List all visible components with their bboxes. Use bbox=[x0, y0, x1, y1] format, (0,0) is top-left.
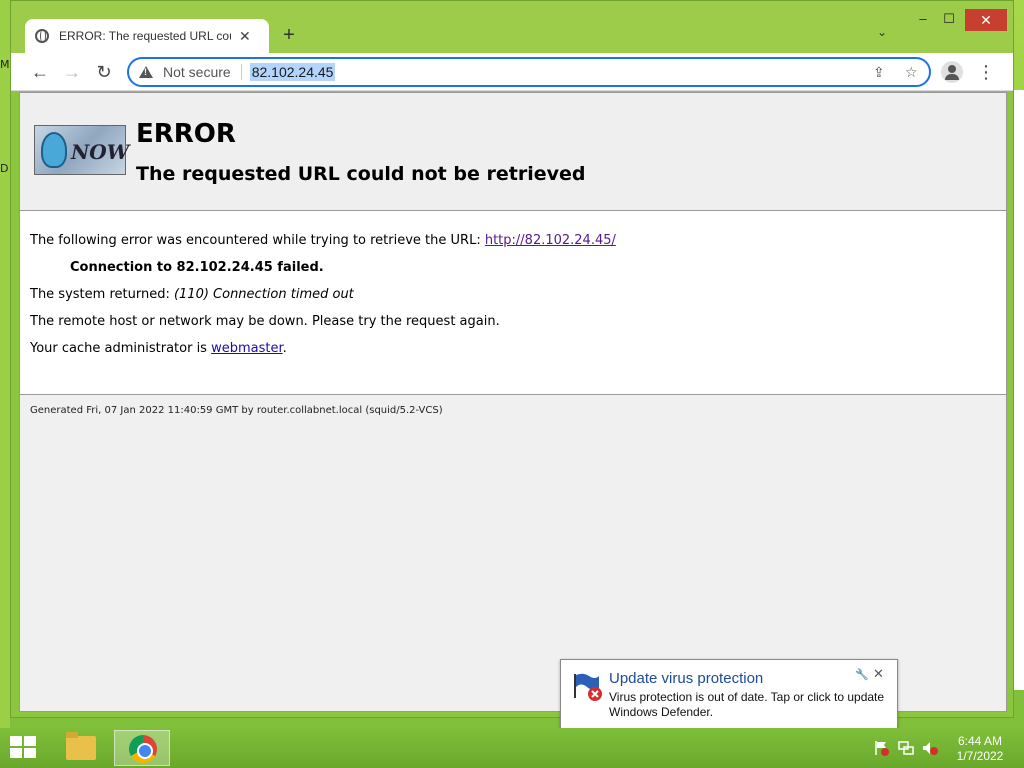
url-text[interactable]: 82.102.24.45 bbox=[249, 63, 336, 81]
notification-title[interactable]: Update virus protection bbox=[609, 670, 763, 687]
notification-message[interactable]: Virus protection is out of date. Tap or … bbox=[609, 690, 891, 720]
security-status[interactable]: Not secure bbox=[163, 64, 242, 80]
system-returned-reason: (110) Connection timed out bbox=[173, 287, 354, 302]
system-clock[interactable]: 6:44 AM 1/7/2022 bbox=[950, 734, 1010, 764]
close-window-button[interactable]: ✕ bbox=[965, 9, 1007, 31]
tab-title: ERROR: The requested URL could not be re… bbox=[59, 29, 231, 43]
webmaster-link[interactable]: webmaster bbox=[211, 341, 283, 356]
remote-host-line: The remote host or network may be down. … bbox=[30, 314, 500, 329]
title-bar: ERROR: The requested URL could not be re… bbox=[11, 1, 1013, 53]
logo-text: NOW bbox=[71, 140, 130, 164]
network-icon[interactable] bbox=[898, 740, 914, 756]
cache-admin-line: Your cache administrator is webmaster. bbox=[30, 341, 287, 356]
error-title: ERROR bbox=[136, 119, 236, 149]
globe-icon bbox=[35, 29, 49, 43]
volume-muted-icon[interactable] bbox=[922, 740, 938, 756]
error-header: NOW ERROR The requested URL could not be… bbox=[20, 93, 1006, 211]
share-icon[interactable]: ⇪ bbox=[873, 64, 885, 81]
profile-avatar-icon[interactable] bbox=[941, 61, 963, 83]
error-url-line: The following error was encountered whil… bbox=[30, 233, 616, 248]
folder-icon bbox=[66, 732, 96, 760]
minimize-button[interactable]: – bbox=[913, 11, 933, 26]
taskbar-file-explorer[interactable] bbox=[52, 730, 108, 766]
notification-settings-icon[interactable]: 🔧 bbox=[855, 668, 869, 681]
clock-time: 6:44 AM bbox=[957, 734, 1003, 748]
cache-admin-prefix: Your cache administrator is bbox=[30, 341, 212, 356]
forward-button[interactable]: → bbox=[61, 61, 83, 83]
taskbar: 6:44 AM 1/7/2022 bbox=[0, 728, 1024, 768]
desktop-mark-1: M bbox=[0, 58, 10, 71]
taskbar-chrome[interactable] bbox=[114, 730, 170, 766]
browser-toolbar: ← → ↻ Not secure 82.102.24.45 ⇪ ☆ ⋮ bbox=[11, 53, 1013, 91]
browser-window: ERROR: The requested URL could not be re… bbox=[10, 0, 1014, 718]
back-button[interactable]: ← bbox=[29, 61, 51, 83]
tab-search-chevron-icon[interactable]: ⌄ bbox=[877, 25, 887, 39]
reload-button[interactable]: ↻ bbox=[93, 61, 115, 83]
tab-close-icon[interactable]: ✕ bbox=[239, 28, 251, 45]
bookmark-star-icon[interactable]: ☆ bbox=[905, 64, 918, 81]
defender-notification[interactable]: Update virus protection Virus protection… bbox=[560, 659, 898, 743]
error-subtitle: The requested URL could not be retrieved bbox=[136, 163, 586, 185]
tab-active[interactable]: ERROR: The requested URL could not be re… bbox=[25, 19, 269, 53]
notification-close-icon[interactable]: ✕ bbox=[873, 666, 884, 682]
warning-icon[interactable] bbox=[139, 66, 153, 78]
cache-admin-suffix: . bbox=[282, 341, 287, 356]
desktop-left-edge: M D bbox=[0, 0, 10, 728]
clock-date: 1/7/2022 bbox=[956, 749, 1004, 763]
connection-failed-line: Connection to 82.102.24.45 failed. bbox=[70, 260, 324, 275]
error-url-prefix: The following error was encountered whil… bbox=[30, 233, 485, 248]
squid-logo: NOW bbox=[34, 125, 130, 175]
error-url-link[interactable]: http://82.102.24.45/ bbox=[485, 233, 616, 248]
page-content: NOW ERROR The requested URL could not be… bbox=[19, 92, 1007, 712]
system-returned-line: The system returned: (110) Connection ti… bbox=[30, 287, 354, 302]
new-tab-button[interactable]: + bbox=[277, 23, 301, 47]
action-center-flag-icon[interactable] bbox=[874, 740, 890, 756]
error-details: The following error was encountered whil… bbox=[20, 211, 1006, 395]
maximize-button[interactable]: ☐ bbox=[939, 11, 959, 27]
browser-menu-icon[interactable]: ⋮ bbox=[977, 61, 995, 83]
address-bar[interactable]: Not secure 82.102.24.45 ⇪ ☆ bbox=[127, 57, 931, 87]
generated-footer: Generated Fri, 07 Jan 2022 11:40:59 GMT … bbox=[30, 405, 443, 416]
defender-flag-icon bbox=[574, 673, 602, 701]
system-returned-prefix: The system returned: bbox=[30, 287, 174, 302]
start-windows-icon[interactable] bbox=[10, 736, 38, 760]
chrome-icon bbox=[129, 735, 157, 763]
squid-icon bbox=[41, 132, 67, 168]
desktop-mark-2: D bbox=[0, 162, 9, 175]
